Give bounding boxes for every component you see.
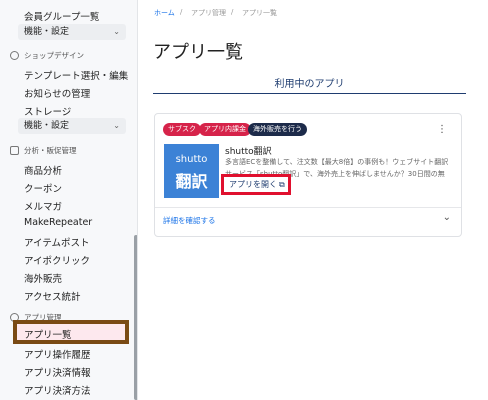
sidebar-scrollbar[interactable]	[134, 235, 137, 400]
open-app-button[interactable]: アプリを開く ⧉	[221, 174, 291, 195]
sidebar-sub-label: 機能・設定	[24, 121, 70, 131]
sidebar-item-makerepeater[interactable]: MakeRepeater	[24, 217, 92, 228]
sidebar-sub-functions-settings-2[interactable]: 機能・設定 ⌄	[18, 118, 126, 134]
sidebar-item-app-list[interactable]: アプリ一覧	[24, 327, 72, 341]
sidebar-item-template[interactable]: テンプレート選択・編集	[24, 68, 128, 82]
tag-in-app-purchase: アプリ内課金	[199, 123, 251, 136]
sidebar-section-analysis: 分析・販促管理	[10, 145, 77, 156]
sidebar-sub-label: 機能・設定	[24, 27, 70, 37]
sidebar-item-app-payment-info[interactable]: アプリ決済情報	[24, 365, 91, 379]
app-logo-text: 翻訳	[175, 172, 208, 191]
open-app-label: アプリを開く	[229, 180, 277, 189]
breadcrumb-separator: /	[231, 8, 234, 16]
external-link-icon: ⧉	[279, 180, 285, 189]
sidebar-item-member-groups[interactable]: 会員グループ一覧	[24, 9, 99, 23]
sidebar-item-mailmag[interactable]: メルマガ	[24, 199, 62, 213]
view-details-link[interactable]: 詳細を確認する	[163, 215, 216, 226]
app-card: サブスク アプリ内課金 海外販売を行う ⋮ shutto 翻訳 shutto 翻訳…	[154, 113, 462, 237]
card-divider	[155, 207, 461, 208]
sidebar-section-label: 分析・販促管理	[24, 146, 77, 155]
tab-underline	[153, 93, 466, 94]
chevron-down-icon[interactable]: ⌄	[443, 212, 451, 223]
tag-overseas-sales: 海外販売を行う	[248, 123, 307, 136]
breadcrumb-app-admin[interactable]: アプリ管理	[191, 8, 226, 18]
palette-icon	[10, 51, 19, 60]
sidebar-item-notices[interactable]: お知らせの管理	[24, 86, 90, 100]
chevron-down-icon: ⌄	[113, 121, 120, 130]
breadcrumb-home[interactable]: ホーム	[154, 8, 175, 18]
sidebar-item-aipoclick[interactable]: アイポクリック	[24, 253, 90, 267]
breadcrumb-separator: /	[180, 8, 183, 16]
sidebar-item-product-analysis[interactable]: 商品分析	[24, 163, 62, 177]
page-title: アプリ一覧	[153, 42, 243, 63]
sidebar-item-app-history[interactable]: アプリ操作履歴	[24, 347, 91, 361]
chart-icon	[10, 146, 19, 155]
tab-apps-in-use[interactable]: 利用中のアプリ	[153, 75, 466, 90]
app-logo-text: shutto	[175, 154, 208, 165]
sidebar-item-overseas[interactable]: 海外販売	[24, 271, 62, 285]
sidebar-item-access-stats[interactable]: アクセス統計	[24, 289, 81, 303]
tag-subscription: サブスク	[163, 123, 201, 136]
sidebar-item-coupon[interactable]: クーポン	[24, 181, 62, 195]
app-logo: shutto 翻訳	[164, 144, 219, 198]
sidebar-item-itempost[interactable]: アイテムポスト	[24, 235, 90, 249]
sidebar-section-shop-design: ショップデザイン	[10, 50, 84, 61]
more-options-icon[interactable]: ⋮	[437, 124, 447, 135]
sidebar-item-app-payment-method[interactable]: アプリ決済方法	[24, 383, 91, 397]
chevron-down-icon: ⌄	[113, 27, 120, 36]
breadcrumb-app-list: アプリ一覧	[242, 9, 277, 17]
sidebar: 会員グループ一覧 機能・設定 ⌄ ショップデザイン テンプレート選択・編集 お知…	[0, 0, 138, 400]
sidebar-section-label: ショップデザイン	[24, 51, 84, 60]
sidebar-item-storage[interactable]: ストレージ	[24, 104, 71, 118]
sidebar-sub-functions-settings-1[interactable]: 機能・設定 ⌄	[18, 24, 126, 40]
